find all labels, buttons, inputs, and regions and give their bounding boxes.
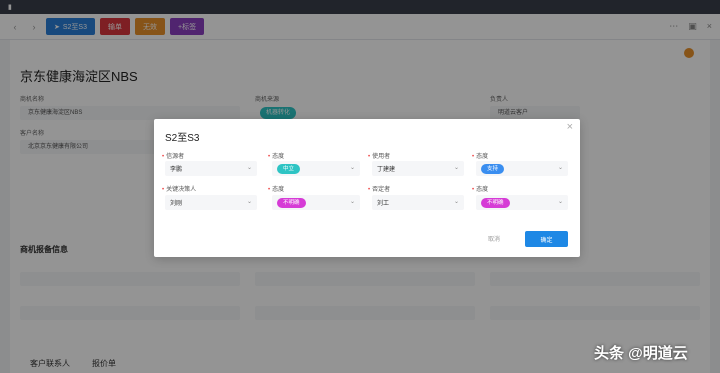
watermark: 头条 @明道云: [594, 345, 688, 362]
select-key-decision-maker-value: 刘刚: [170, 201, 183, 207]
attitude-1-pill: 中立: [277, 163, 301, 174]
s2-to-s3-dialog: S2至S3 × • 信源者 李鹏 ⌄ • 态度 中立 ⌄ • 使用者 丁建建 ⌄ • 态度 支…: [154, 119, 580, 257]
select-denier[interactable]: 刘工 ⌄: [372, 195, 464, 210]
chevron-down-icon: ⌄: [246, 199, 252, 205]
label-user-text: 使用者: [372, 154, 391, 160]
chevron-down-icon: ⌄: [453, 165, 459, 171]
label-attitude-2-text: 态度: [476, 154, 489, 160]
select-denier-value: 刘工: [377, 201, 390, 207]
chevron-down-icon: ⌄: [349, 165, 355, 171]
close-icon[interactable]: ×: [567, 121, 573, 133]
label-user: • 使用者: [368, 154, 391, 160]
label-attitude-1-text: 态度: [272, 154, 285, 160]
select-user-value: 丁建建: [377, 167, 396, 173]
chevron-down-icon: ⌄: [557, 165, 563, 171]
label-key-decision-maker: • 关键决策人: [162, 187, 197, 193]
label-denier: • 否定者: [368, 187, 391, 193]
attitude-3-pill: 不明确: [277, 197, 306, 208]
label-attitude-3: • 态度: [268, 187, 285, 193]
confirm-button[interactable]: 确定: [525, 231, 568, 247]
cancel-button[interactable]: 取消: [488, 234, 500, 243]
attitude-4-pill: 不明确: [481, 197, 510, 208]
chevron-down-icon: ⌄: [349, 199, 355, 205]
select-key-decision-maker[interactable]: 刘刚 ⌄: [165, 195, 257, 210]
attitude-2-pill: 支持: [481, 163, 505, 174]
select-attitude-1[interactable]: 中立 ⌄: [272, 161, 360, 176]
label-source-person-text: 信源者: [166, 154, 185, 160]
label-attitude-3-text: 态度: [272, 187, 285, 193]
select-source-person-value: 李鹏: [170, 167, 183, 173]
select-attitude-4[interactable]: 不明确 ⌄: [476, 195, 568, 210]
label-attitude-4-text: 态度: [476, 187, 489, 193]
label-attitude-1: • 态度: [268, 154, 285, 160]
label-key-decision-maker-text: 关键决策人: [166, 187, 197, 193]
select-attitude-3[interactable]: 不明确 ⌄: [272, 195, 360, 210]
chevron-down-icon: ⌄: [453, 199, 459, 205]
label-source-person: • 信源者: [162, 154, 185, 160]
chevron-down-icon: ⌄: [557, 199, 563, 205]
chevron-down-icon: ⌄: [246, 165, 252, 171]
select-attitude-2[interactable]: 支持 ⌄: [476, 161, 568, 176]
dialog-title: S2至S3: [165, 133, 200, 144]
select-user[interactable]: 丁建建 ⌄: [372, 161, 464, 176]
label-attitude-4: • 态度: [472, 187, 489, 193]
label-attitude-2: • 态度: [472, 154, 489, 160]
select-source-person[interactable]: 李鹏 ⌄: [165, 161, 257, 176]
label-denier-text: 否定者: [372, 187, 391, 193]
